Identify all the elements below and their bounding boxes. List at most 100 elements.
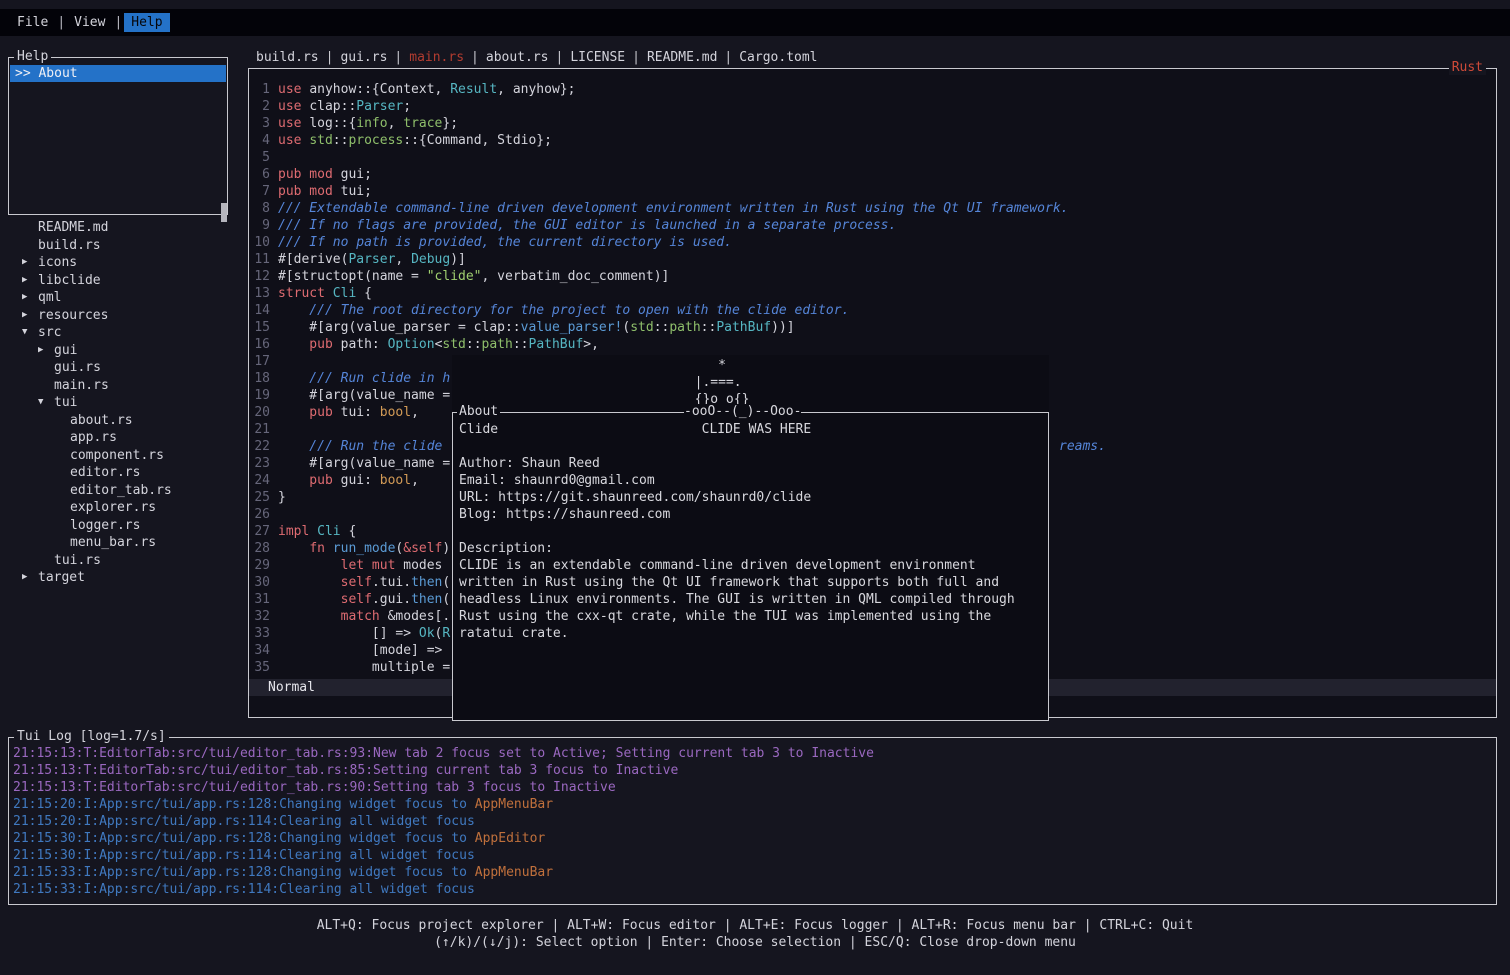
tree-item-main-rs[interactable]: main.rs [8,377,236,395]
tab-readme-md[interactable]: README.md [647,49,717,66]
tree-item-editor-tab-rs[interactable]: editor_tab.rs [8,482,236,500]
tree-item-label: logger.rs [70,517,140,535]
code-text: impl Cli { [278,523,356,540]
text-segment: path: [341,337,388,352]
code-line-5[interactable]: 5 [249,149,1494,166]
text-segment: Ok [419,626,435,641]
line-number: 3 [254,115,270,132]
code-line-11[interactable]: 11#[derive(Parser, Debug)] [249,251,1494,268]
text-segment: bool [380,473,411,488]
tree-item-tui-rs[interactable]: tui.rs [8,552,236,570]
text-segment: impl [278,524,317,539]
tree-item-gui[interactable]: ▶gui [8,342,236,360]
line-number: 9 [254,217,270,234]
dropdown-item-about[interactable]: >> About [10,65,226,82]
code-line-6[interactable]: 6pub mod gui; [249,166,1494,183]
tree-item-label: target [38,569,85,587]
tree-item-qml[interactable]: ▶qml [8,289,236,307]
about-text-line: ratatui crate. [459,625,1042,642]
tree-item-src[interactable]: ▼src [8,324,236,342]
log-panel: Tui Log [log=1.7/s] 21:15:13:T:EditorTab… [8,737,1497,905]
code-line-7[interactable]: 7pub mod tui; [249,183,1494,200]
tree-item-editor-rs[interactable]: editor.rs [8,464,236,482]
text-segment: &self [403,541,442,556]
tree-item-explorer-rs[interactable]: explorer.rs [8,499,236,517]
text-segment: pub [278,473,341,488]
about-text-line: Author: Shaun Reed [459,455,1042,472]
ascii-art-line: |.===. [452,374,1049,391]
code-text: match &modes[. [278,608,450,625]
tab-separator: | [326,49,334,66]
text-segment: value_parser! [521,320,623,335]
tree-item-label: gui [54,342,77,360]
text-segment: bool [380,405,411,420]
about-text-line [459,523,1042,540]
text-segment: gui: [341,473,380,488]
menu-help[interactable]: Help [124,13,169,32]
border-ascii-art: -ooO--(_)--Ooo- [684,404,801,419]
text-segment [278,609,341,624]
tree-item-tui[interactable]: ▼tui [8,394,236,412]
code-text: self.tui.then( [278,574,450,591]
code-line-13[interactable]: 13struct Cli { [249,285,1494,302]
text-segment: :: [466,337,482,352]
code-line-15[interactable]: 15 #[arg(value_parser = clap::value_pars… [249,319,1494,336]
language-badge: Rust [1449,60,1486,75]
code-text: fn run_mode(&self) [278,540,450,557]
tree-item-build-rs[interactable]: build.rs [8,237,236,255]
tree-item-component-rs[interactable]: component.rs [8,447,236,465]
tab-about-rs[interactable]: about.rs [486,49,549,66]
tab-main-rs[interactable]: main.rs [409,49,464,66]
log-entry: 21:15:13:T:EditorTab:src/tui/editor_tab.… [13,745,1496,762]
code-line-14[interactable]: 14 /// The root directory for the projec… [249,302,1494,319]
menu-file[interactable]: File [10,13,55,32]
line-number: 8 [254,200,270,217]
tab-build-rs[interactable]: build.rs [256,49,319,66]
tree-item-logger-rs[interactable]: logger.rs [8,517,236,535]
code-line-12[interactable]: 12#[structopt(name = "clide", verbatim_d… [249,268,1494,285]
tree-item-icons[interactable]: ▶icons [8,254,236,272]
footer-line-1: ALT+Q: Focus project explorer | ALT+W: F… [0,917,1510,934]
about-body: Clide CLIDE WAS HERE Author: Shaun ReedE… [453,413,1048,650]
code-line-8[interactable]: 8/// Extendable command-line driven deve… [249,200,1494,217]
code-line-4[interactable]: 4use std::process::{Command, Stdio}; [249,132,1494,149]
line-number: 1 [254,81,270,98]
tree-item-menu-bar-rs[interactable]: menu_bar.rs [8,534,236,552]
code-line-1[interactable]: 1use anyhow::{Context, Result, anyhow}; [249,81,1494,98]
code-line-10[interactable]: 10/// If no path is provided, the curren… [249,234,1494,251]
tree-item-app-rs[interactable]: app.rs [8,429,236,447]
tab-gui-rs[interactable]: gui.rs [340,49,387,66]
code-line-16[interactable]: 16 pub path: Option<std::path::PathBuf>, [249,336,1494,353]
text-segment: struct [278,286,333,301]
tree-item-libclide[interactable]: ▶libclide [8,272,236,290]
code-line-2[interactable]: 2use clap::Parser; [249,98,1494,115]
line-number: 23 [254,455,270,472]
tree-item-gui-rs[interactable]: gui.rs [8,359,236,377]
code-text: pub gui: bool, [278,472,419,489]
text-segment: info [356,116,387,131]
text-segment: std [309,133,332,148]
scrollbar-thumb[interactable] [221,203,227,222]
line-number: 16 [254,336,270,353]
chevron-down-icon: ▼ [38,394,54,412]
tree-item-label: libclide [38,272,101,290]
about-text-line: written in Rust using the Qt UI framewor… [459,574,1042,591]
text-segment: }; [442,116,458,131]
tree-item-about-rs[interactable]: about.rs [8,412,236,430]
log-entry: 21:15:20:I:App:src/tui/app.rs:114:Cleari… [13,813,1496,830]
tab-license[interactable]: LICENSE [570,49,625,66]
menu-view[interactable]: View [67,13,112,32]
tree-item-target[interactable]: ▶target [8,569,236,587]
code-line-3[interactable]: 3use log::{info, trace}; [249,115,1494,132]
tree-item-resources[interactable]: ▶resources [8,307,236,325]
tree-item-readme-md[interactable]: README.md [8,219,236,237]
text-segment: tui: [341,405,380,420]
text-segment: path [669,320,700,335]
code-line-9[interactable]: 9/// If no flags are provided, the GUI e… [249,217,1494,234]
tab-cargo-toml[interactable]: Cargo.toml [739,49,817,66]
line-number: 27 [254,523,270,540]
text-segment: use [278,133,309,148]
code-text: pub mod tui; [278,183,372,200]
text-segment: ))] [771,320,794,335]
ascii-art-line: * [452,357,1049,374]
